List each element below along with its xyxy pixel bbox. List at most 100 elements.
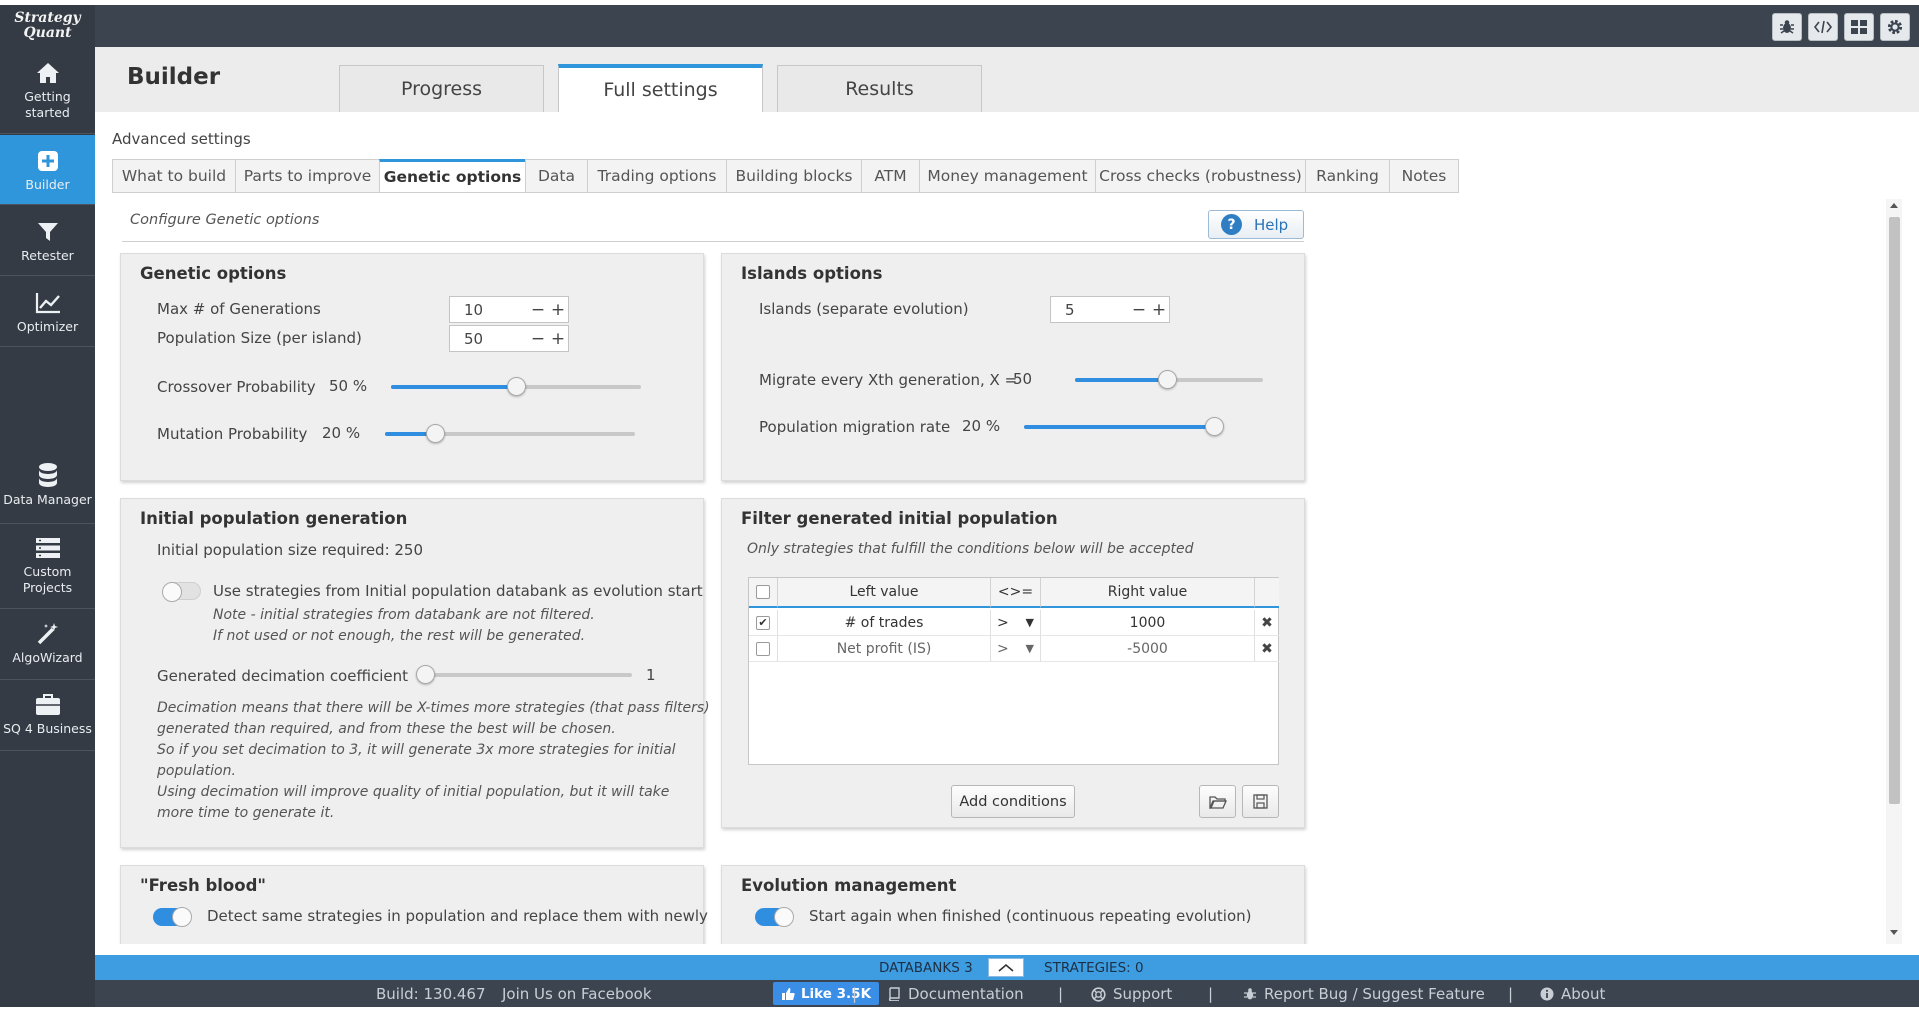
scroll-up-icon[interactable]	[1890, 203, 1898, 208]
subtab-parts-to-improve[interactable]: Parts to improve	[235, 159, 379, 193]
fresh-blood-toggle[interactable]	[153, 907, 192, 927]
subtab-atm[interactable]: ATM	[861, 159, 919, 193]
divider	[122, 241, 1304, 242]
table-cell-operator[interactable]: > ▼	[991, 636, 1041, 662]
slider-handle[interactable]	[416, 665, 435, 684]
documentation-link[interactable]: Documentation	[887, 985, 1024, 1003]
slider-handle[interactable]	[1205, 417, 1224, 436]
subtab-genetic-options[interactable]: Genetic options	[379, 159, 525, 193]
slider-handle[interactable]	[426, 424, 445, 443]
mutation-value: 20 %	[322, 424, 361, 442]
plus-icon[interactable]: +	[1149, 300, 1169, 320]
column-header-right-value: Right value	[1041, 578, 1255, 608]
tab-results[interactable]: Results	[777, 65, 982, 112]
sidebar-item-optimizer[interactable]: Optimizer	[0, 277, 95, 347]
remove-row-icon[interactable]: ✖	[1255, 610, 1279, 636]
minus-icon[interactable]: −	[1129, 300, 1149, 320]
decimation-slider[interactable]	[416, 665, 632, 684]
select-all-header[interactable]	[749, 578, 778, 608]
slider-handle[interactable]	[1158, 370, 1177, 389]
open-folder-button[interactable]	[1199, 785, 1236, 818]
sidebar-item-custom-projects[interactable]: Custom Projects	[0, 525, 95, 609]
subtab-money-management[interactable]: Money management	[919, 159, 1095, 193]
sidebar-item-label: Retester	[21, 248, 74, 263]
subtab-cross-checks[interactable]: Cross checks (robustness)	[1095, 159, 1305, 193]
evolution-toggle[interactable]	[755, 907, 794, 927]
tab-full-settings[interactable]: Full settings	[558, 64, 763, 112]
table-cell-right-value[interactable]: -5000	[1041, 636, 1255, 662]
max-generations-stepper[interactable]: 10 − +	[449, 296, 569, 323]
slider-fill	[1024, 425, 1214, 429]
facebook-like-button[interactable]: Like 3.5K	[773, 982, 879, 1005]
minus-icon[interactable]: −	[528, 329, 548, 349]
minus-icon[interactable]: −	[528, 300, 548, 320]
sidebar-item-builder[interactable]: Builder	[0, 135, 105, 205]
chevron-up-icon	[998, 963, 1014, 972]
subtab-trading-options[interactable]: Trading options	[587, 159, 726, 193]
crossover-slider[interactable]	[391, 377, 641, 396]
support-link[interactable]: Support	[1091, 985, 1172, 1003]
table-cell-left-value[interactable]: Net profit (IS)	[778, 636, 991, 662]
table-cell-right-value[interactable]: 1000	[1041, 610, 1255, 636]
sidebar-item-retester[interactable]: Retester	[0, 206, 95, 276]
facebook-link[interactable]: Join Us on Facebook	[502, 985, 652, 1003]
help-button[interactable]: ? Help	[1208, 210, 1304, 239]
use-strategies-label: Use strategies from Initial population d…	[213, 582, 703, 600]
sidebar-item-algowizard[interactable]: AlgoWizard	[0, 610, 95, 680]
grid-icon[interactable]	[1844, 13, 1874, 41]
population-size-label: Population Size (per island)	[157, 329, 362, 347]
row-checkbox-checked[interactable]: ✔	[756, 615, 770, 630]
sidebar-item-getting-started[interactable]: Getting started	[0, 47, 95, 134]
table-row-checkbox-cell[interactable]	[749, 636, 778, 662]
sidebar-item-label: AlgoWizard	[12, 650, 83, 665]
slider-handle[interactable]	[507, 377, 526, 396]
databanks-toggle-button[interactable]	[988, 958, 1024, 977]
sidebar: Strategy Quant Getting started Builder R…	[0, 5, 105, 1007]
row-checkbox-unchecked[interactable]	[756, 641, 770, 656]
islands-value[interactable]: 5	[1051, 301, 1129, 319]
plus-icon[interactable]: +	[548, 329, 568, 349]
islands-stepper[interactable]: 5 − +	[1050, 296, 1170, 323]
code-icon[interactable]	[1808, 13, 1838, 41]
remove-row-icon[interactable]: ✖	[1255, 636, 1279, 662]
plus-icon[interactable]: +	[548, 300, 568, 320]
sidebar-item-sq4-business[interactable]: SQ 4 Business	[0, 681, 95, 751]
migration-rate-value: 20 %	[962, 417, 1001, 435]
report-bug-link[interactable]: Report Bug / Suggest Feature	[1243, 985, 1485, 1003]
save-button[interactable]	[1242, 785, 1279, 818]
vertical-scrollbar[interactable]	[1886, 199, 1902, 944]
select-all-checkbox[interactable]	[756, 585, 770, 599]
gear-icon[interactable]	[1880, 13, 1910, 41]
separator: |	[852, 985, 858, 1003]
decimation-desc-3: So if you set decimation to 3, it will g…	[157, 742, 676, 758]
subtab-data[interactable]: Data	[525, 159, 587, 193]
subtab-building-blocks[interactable]: Building blocks	[726, 159, 861, 193]
tab-progress[interactable]: Progress	[339, 65, 544, 112]
separator: |	[1508, 985, 1514, 1003]
help-icon: ?	[1221, 214, 1242, 235]
max-generations-value[interactable]: 10	[450, 301, 528, 319]
use-strategies-toggle[interactable]	[162, 582, 201, 602]
add-conditions-button[interactable]: Add conditions	[951, 785, 1075, 818]
scroll-down-icon[interactable]	[1890, 930, 1898, 935]
population-size-value[interactable]: 50	[450, 330, 528, 348]
mutation-slider[interactable]	[385, 424, 635, 443]
table-cell-operator[interactable]: > ▼	[991, 610, 1041, 636]
magic-wand-icon	[36, 620, 60, 648]
about-link[interactable]: About	[1540, 985, 1605, 1003]
population-size-stepper[interactable]: 50 − +	[449, 325, 569, 352]
migration-rate-slider[interactable]	[1024, 417, 1224, 436]
subtab-what-to-build[interactable]: What to build	[112, 159, 235, 193]
subtab-ranking[interactable]: Ranking	[1305, 159, 1389, 193]
islands-options-title: Islands options	[741, 264, 883, 283]
filter-conditions-table: Left value <>= Right value ✔ # of trades…	[748, 577, 1279, 765]
subtab-notes[interactable]: Notes	[1389, 159, 1459, 193]
scrollbar-thumb[interactable]	[1889, 217, 1900, 804]
bug-icon[interactable]	[1772, 13, 1802, 41]
sidebar-item-data-manager[interactable]: Data Manager	[0, 454, 95, 524]
table-row-checkbox-cell[interactable]: ✔	[749, 610, 778, 636]
migrate-slider[interactable]	[1075, 370, 1263, 389]
fresh-blood-label: Detect same strategies in population and…	[207, 907, 708, 925]
table-cell-left-value[interactable]: # of trades	[778, 610, 991, 636]
support-label: Support	[1113, 985, 1173, 1003]
